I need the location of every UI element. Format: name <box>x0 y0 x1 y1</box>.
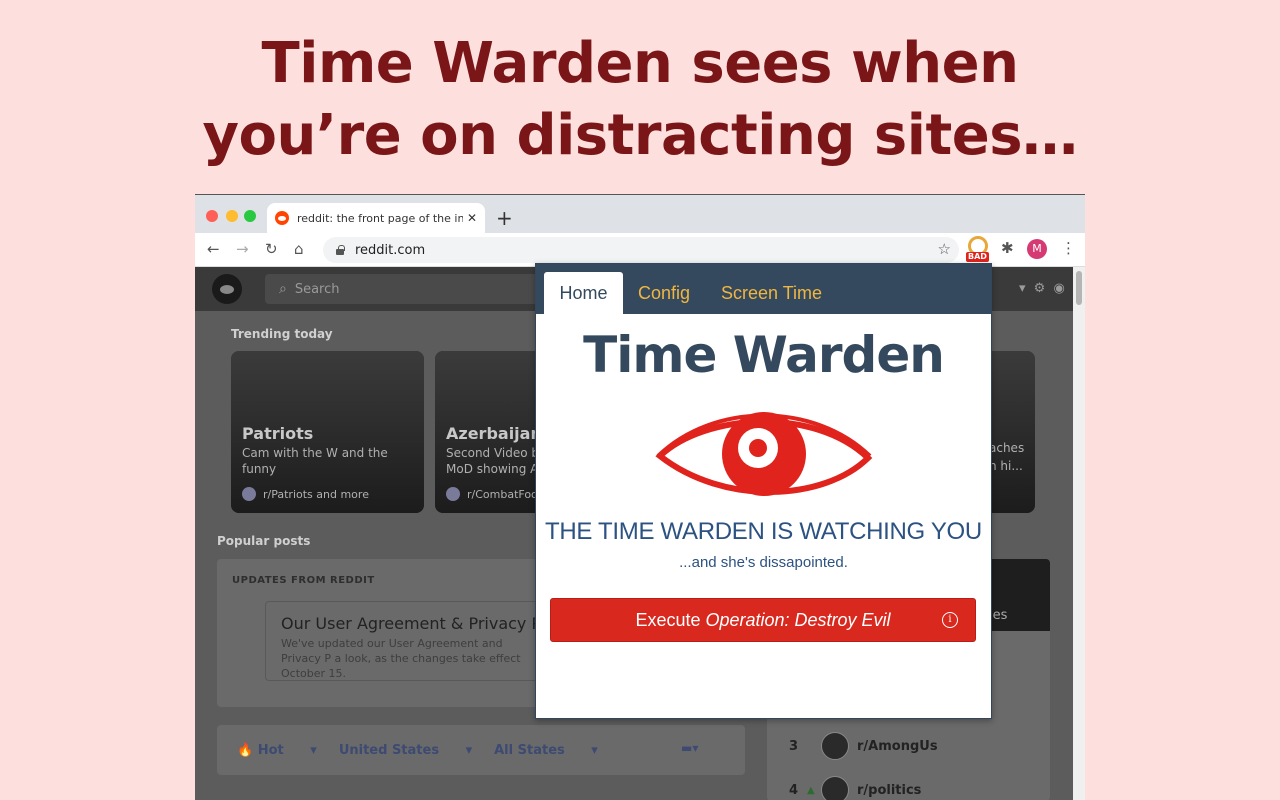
popup-nav: Home Config Screen Time <box>536 264 991 314</box>
card-footer-text: r/CombatFoot <box>467 487 543 501</box>
reddit-favicon-icon <box>275 211 289 225</box>
browser-toolbar: ← → ↻ ⌂ reddit.com ☆ BAD ✱ M ⋮ <box>195 233 1085 267</box>
execute-destroy-evil-button[interactable]: Execute Operation: Destroy Evil i <box>550 598 976 642</box>
rank-number: 4 <box>789 782 799 798</box>
headline-line-1: Time Warden sees when <box>261 31 1019 96</box>
reddit-logo-icon[interactable] <box>212 274 242 304</box>
forward-arrow-icon[interactable]: → <box>236 239 249 259</box>
header-actions-icon[interactable]: ▾ ⚙ ◉ <box>1019 281 1067 296</box>
rank-number: 3 <box>789 738 799 754</box>
community-name: r/AmongUs <box>857 738 938 754</box>
button-prefix: Execute <box>635 609 701 630</box>
time-warden-extension-button[interactable]: BAD <box>966 236 990 262</box>
disappointed-text: ...and she's dissapointed. <box>679 554 848 571</box>
trending-card-patriots[interactable]: Patriots Cam with the W and the funny r/… <box>231 351 424 513</box>
community-name: r/politics <box>857 782 922 798</box>
lock-icon <box>335 245 345 255</box>
url-text: reddit.com <box>355 242 426 258</box>
extension-badge: BAD <box>966 252 989 262</box>
updates-header: UPDATES FROM REDDIT <box>232 575 375 586</box>
tab-home[interactable]: Home <box>544 272 623 314</box>
update-title: Our User Agreement & Privacy Pol <box>281 614 555 633</box>
region-dropdown[interactable]: United States ▾ <box>339 743 472 758</box>
button-operation: Operation: Destroy Evil <box>705 609 891 630</box>
card-fragment-1: aches <box>989 441 1025 455</box>
subreddit-icon <box>446 487 460 501</box>
card-footer: r/CombatFoot <box>446 487 542 501</box>
search-placeholder: Search <box>294 281 340 297</box>
card-footer-text: r/Patriots and more <box>263 487 369 501</box>
card-subtitle: Cam with the W and the <box>242 446 388 460</box>
sort-bar: 🔥 Hot ▾ United States ▾ All States ▾ ▬▾ <box>217 725 745 775</box>
rank-row[interactable]: 4 ▲ r/politics <box>789 768 1029 800</box>
bookmark-star-icon[interactable]: ☆ <box>938 240 951 258</box>
close-window-button[interactable] <box>206 210 218 222</box>
update-text: We've updated our User Agreement and Pri… <box>281 637 521 680</box>
tab-screen-time[interactable]: Screen Time <box>721 272 822 314</box>
sort-hot-button[interactable]: 🔥 Hot ▾ <box>237 743 317 758</box>
back-arrow-icon[interactable]: ← <box>207 239 220 259</box>
card-title: Azerbaijan <box>446 424 542 443</box>
watching-heading: THE TIME WARDEN IS WATCHING YOU <box>545 518 982 545</box>
card-subtitle-2: MoD showing A <box>446 462 539 476</box>
search-icon: ⌕ <box>279 281 287 297</box>
trending-card-partial[interactable] <box>985 351 1035 513</box>
home-icon[interactable]: ⌂ <box>294 239 304 259</box>
time-warden-popup: Home Config Screen Time Time Warden THE … <box>535 263 992 719</box>
tab-title: reddit: the front page of the internet <box>297 211 463 225</box>
states-dropdown[interactable]: All States ▾ <box>494 743 598 758</box>
layout-view-icon[interactable]: ▬▾ <box>681 741 705 757</box>
community-avatar <box>821 776 849 800</box>
community-avatar <box>821 732 849 760</box>
address-bar[interactable]: reddit.com ☆ <box>323 237 959 263</box>
minimize-window-button[interactable] <box>226 210 238 222</box>
scrollbar-thumb[interactable] <box>1076 271 1082 305</box>
trend-up-icon: ▲ <box>807 784 815 796</box>
subreddit-icon <box>242 487 256 501</box>
headline-line-2: you’re on distracting sites… <box>202 103 1078 168</box>
popular-label: Popular posts <box>217 534 311 548</box>
info-icon[interactable]: i <box>942 612 958 628</box>
browser-tab-reddit[interactable]: reddit: the front page of the internet ✕ <box>267 203 485 233</box>
card-subtitle-2: funny <box>242 462 277 476</box>
extensions-puzzle-icon[interactable]: ✱ <box>1001 239 1014 257</box>
tab-strip: reddit: the front page of the internet ✕… <box>195 195 1085 233</box>
card-fragment-2: n hi... <box>989 459 1023 473</box>
reload-icon[interactable]: ↻ <box>265 239 278 259</box>
headline: Time Warden sees when you’re on distract… <box>0 28 1280 172</box>
watching-eye-icon <box>655 412 873 496</box>
new-tab-button[interactable]: + <box>496 205 513 231</box>
maximize-window-button[interactable] <box>244 210 256 222</box>
reddit-search-input[interactable]: ⌕ Search <box>265 274 545 304</box>
card-title: Patriots <box>242 424 314 443</box>
trending-label: Trending today <box>231 327 333 341</box>
close-tab-icon[interactable]: ✕ <box>467 211 477 225</box>
rank-row[interactable]: 3 r/AmongUs <box>789 724 1029 768</box>
tab-config[interactable]: Config <box>638 272 690 314</box>
popup-title: Time Warden <box>583 326 945 384</box>
page-scrollbar[interactable] <box>1073 267 1085 800</box>
card-footer: r/Patriots and more <box>242 487 369 501</box>
browser-menu-icon[interactable]: ⋮ <box>1061 239 1076 257</box>
profile-avatar[interactable]: M <box>1027 239 1047 259</box>
